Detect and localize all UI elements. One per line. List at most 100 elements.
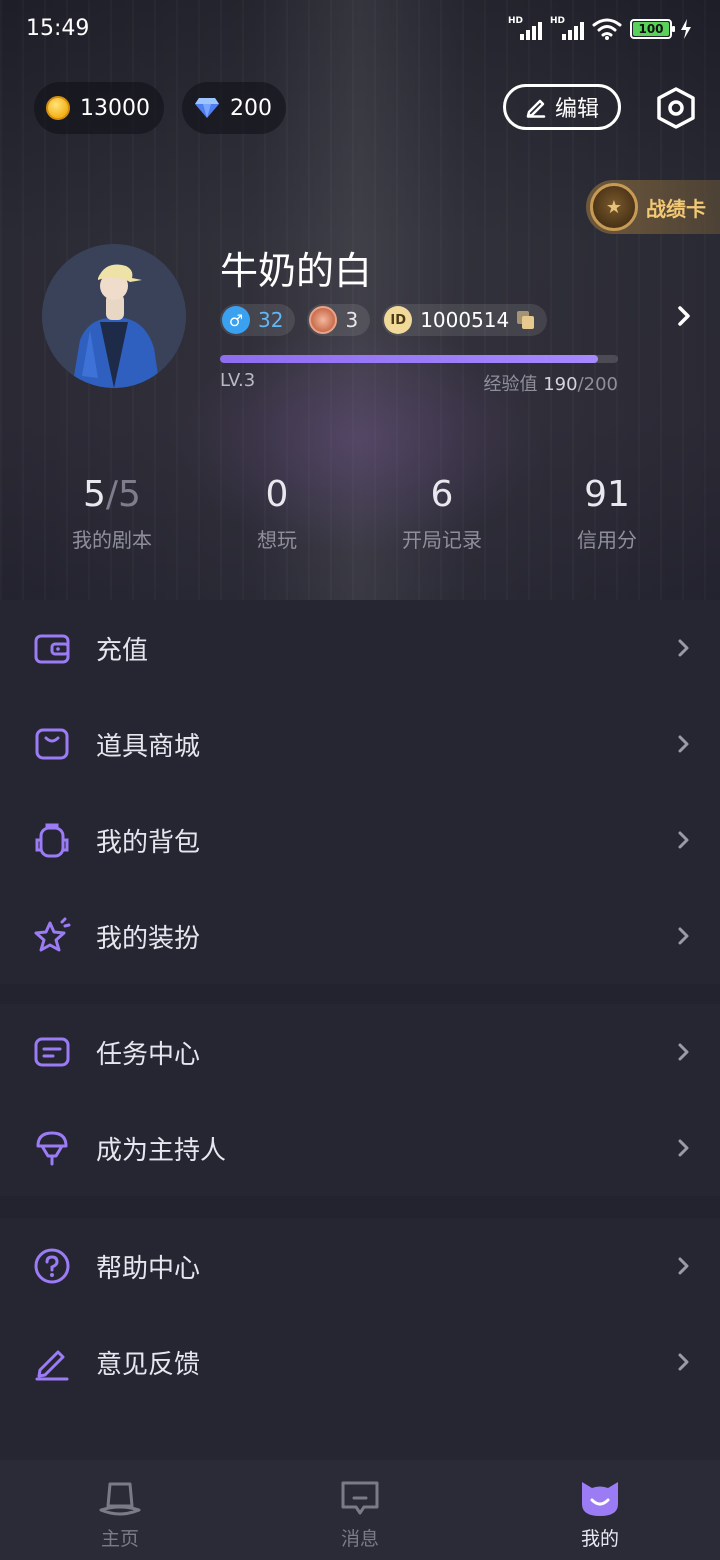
tab-me[interactable]: 我的 <box>480 1460 720 1560</box>
profile-chevron-icon[interactable] <box>672 302 696 330</box>
menu-item-feedback[interactable]: 意见反馈 <box>0 1314 720 1410</box>
star-icon <box>34 917 71 952</box>
medal-count: 3 <box>345 308 359 332</box>
stat-credit-score[interactable]: 91 信用分 <box>517 470 697 553</box>
menu-label: 意见反馈 <box>96 1349 201 1380</box>
stat-value: 6 <box>430 474 454 515</box>
menu-label: 帮助中心 <box>96 1253 201 1284</box>
menu-label: 任务中心 <box>96 1039 201 1070</box>
stat-label: 信用分 <box>577 528 637 552</box>
tab-messages[interactable]: 消息 <box>240 1460 480 1560</box>
stat-total: /5 <box>105 474 141 515</box>
stat-value: 91 <box>584 474 630 515</box>
chevron-right-icon <box>678 639 689 657</box>
chevron-right-icon <box>678 831 689 849</box>
wallet-icon <box>34 634 70 664</box>
menu-label: 我的装扮 <box>96 923 201 954</box>
menu-item-backpack[interactable]: 我的背包 <box>0 792 720 888</box>
stats-row: 5/5 我的剧本 0 想玩 6 开局记录 91 信用分 <box>0 470 720 560</box>
chevron-right-icon <box>678 1257 689 1275</box>
charging-icon <box>681 19 691 39</box>
exp-progress-fill <box>220 355 599 363</box>
menu-section-tasks: 任务中心 成为主持人 <box>0 1004 720 1196</box>
status-icons: HD HD 100 <box>508 16 692 42</box>
medal-chip[interactable]: 3 <box>307 304 371 336</box>
battery-icon: 100 <box>630 19 675 39</box>
wifi-icon <box>592 18 622 40</box>
edit-label: 编辑 <box>554 97 599 122</box>
record-card-button[interactable]: ★ 战绩卡 <box>586 180 720 234</box>
host-icon <box>36 1131 68 1166</box>
menu-item-item-shop[interactable]: 道具商城 <box>0 696 720 792</box>
menu-item-recharge[interactable]: 充值 <box>0 600 720 696</box>
avatar[interactable] <box>42 244 186 388</box>
tab-home[interactable]: 主页 <box>0 1460 240 1560</box>
record-card-label: 战绩卡 <box>646 196 706 221</box>
menu-section-shop: 充值 道具商城 我的背包 我的装扮 <box>0 600 720 984</box>
menu-section-support: 帮助中心 意见反馈 <box>0 1218 720 1460</box>
status-bar: 15:49 HD HD 100 <box>0 0 720 60</box>
stat-game-records[interactable]: 6 开局记录 <box>352 470 532 553</box>
chevron-right-icon <box>678 1043 689 1061</box>
cellular-signal-icon: HD <box>508 16 542 42</box>
stat-label: 想玩 <box>257 528 297 552</box>
settings-hexagon-icon <box>657 87 695 129</box>
diamonds-balance[interactable]: 200 <box>182 82 286 134</box>
status-time: 15:49 <box>26 16 90 41</box>
exp-text: 经验值 <box>483 374 538 395</box>
stat-want-to-play[interactable]: 0 想玩 <box>187 470 367 553</box>
coins-value: 13000 <box>80 95 150 121</box>
chevron-right-icon <box>678 735 689 753</box>
stat-number: 5 <box>83 474 106 515</box>
backpack-icon <box>35 823 69 858</box>
menu-item-become-host[interactable]: 成为主持人 <box>0 1100 720 1196</box>
menu-label: 我的背包 <box>96 827 201 858</box>
copy-icon[interactable] <box>517 311 535 329</box>
user-id-chip[interactable]: ID 1000514 <box>382 304 548 336</box>
exp-max: /200 <box>577 374 618 395</box>
hat-icon <box>99 1482 141 1516</box>
avatar-illustration <box>42 244 186 388</box>
chevron-right-icon <box>678 927 689 945</box>
menu-label: 充值 <box>96 635 149 666</box>
stat-my-scripts[interactable]: 5/5 我的剧本 <box>22 470 202 553</box>
coin-icon <box>46 96 70 120</box>
male-icon: ♂ <box>222 306 250 334</box>
gender-chip: ♂ 32 <box>220 304 296 336</box>
settings-button[interactable] <box>654 86 698 130</box>
exp-current: 190 <box>543 374 578 395</box>
stat-label: 我的剧本 <box>72 528 152 552</box>
edit-profile-button[interactable]: 编辑 <box>503 84 621 130</box>
stat-value: 0 <box>265 474 289 515</box>
chevron-right-icon <box>678 1139 689 1157</box>
menu-item-outfits[interactable]: 我的装扮 <box>0 888 720 984</box>
cellular-signal-icon: HD <box>550 16 584 42</box>
message-icon <box>341 1481 379 1515</box>
gender-value: 32 <box>258 308 284 332</box>
exp-label: 经验值 190/200 <box>483 370 618 396</box>
level-label: LV.3 <box>220 370 256 391</box>
feedback-icon <box>35 1350 69 1381</box>
help-icon <box>34 1248 70 1284</box>
pencil-icon <box>526 99 546 118</box>
tab-label: 消息 <box>340 1528 379 1550</box>
exp-progress-bar <box>220 355 618 363</box>
chevron-right-icon <box>678 1353 689 1371</box>
record-badge-icon: ★ <box>590 183 638 231</box>
stat-value: 5/5 <box>22 470 202 520</box>
menu-label: 成为主持人 <box>96 1135 227 1166</box>
tab-label: 我的 <box>580 1528 619 1550</box>
diamond-icon <box>195 98 219 118</box>
menu-item-task-center[interactable]: 任务中心 <box>0 1004 720 1100</box>
bottom-tab-bar: 主页 消息 我的 <box>0 1460 720 1560</box>
medal-icon <box>309 306 338 334</box>
coins-balance[interactable]: 13000 <box>34 82 164 134</box>
shopping-bag-icon <box>35 728 69 760</box>
id-badge-icon: ID <box>384 306 413 334</box>
menu-item-help-center[interactable]: 帮助中心 <box>0 1218 720 1314</box>
user-id: 1000514 <box>420 308 510 332</box>
stat-label: 开局记录 <box>402 528 482 552</box>
battery-level: 100 <box>633 22 669 36</box>
tab-label: 主页 <box>100 1528 139 1550</box>
profile-chips: ♂ 32 3 ID 1000514 <box>220 304 548 336</box>
